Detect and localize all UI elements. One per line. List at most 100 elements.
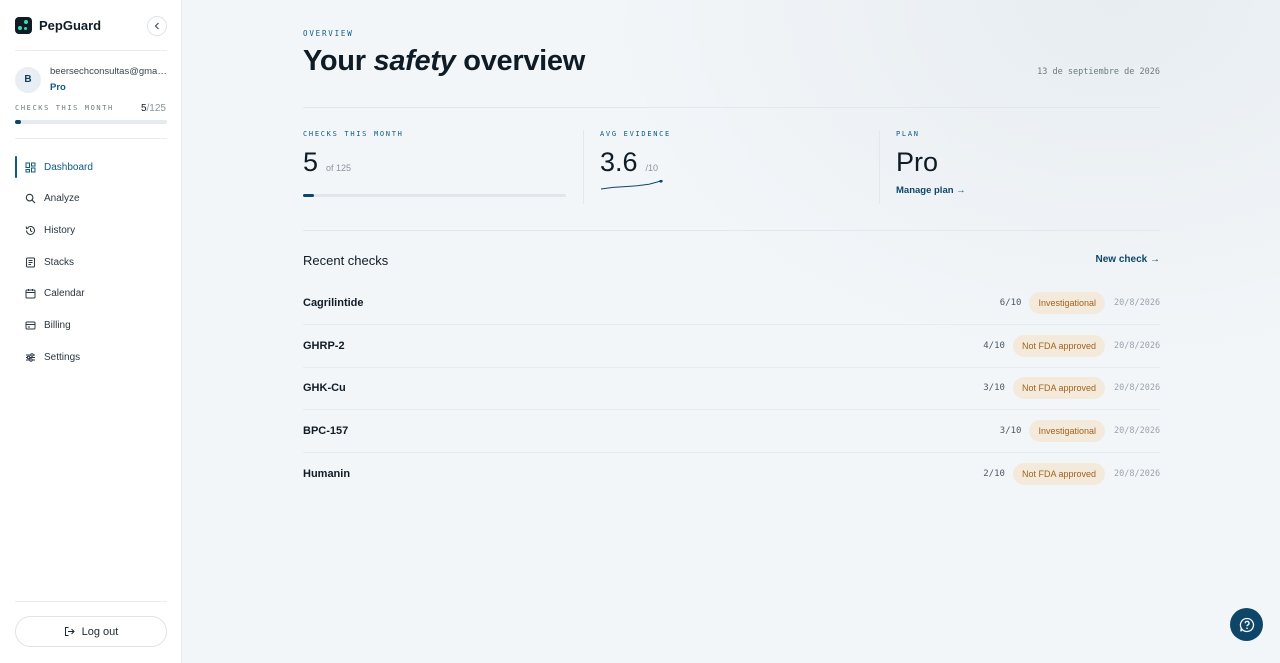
sidebar-item-settings[interactable]: Settings [15,343,167,371]
divider [303,230,1160,231]
check-date: 20/8/2026 [1114,297,1161,308]
status-badge: Not FDA approved [1012,334,1105,357]
stat-value-row: 5 of 125 [303,147,404,178]
peptide-name: GHK-Cu [303,382,346,395]
recent-checks-list: Cagrilintide 6/10 Investigational 20/8/2… [303,282,1160,496]
sidebar-item-label: Analyze [44,193,80,205]
logout-label: Log out [81,625,119,638]
list-item[interactable]: GHK-Cu 3/10 Not FDA approved 20/8/2026 [303,368,1160,411]
sidebar-item-label: Calendar [44,288,85,300]
row-meta: 6/10 Investigational 20/8/2026 [999,291,1161,314]
calendar-icon [25,288,36,299]
checks-progress-bar [303,194,566,197]
status-badge: Not FDA approved [1012,463,1105,486]
chevron-left-icon [154,22,159,30]
check-date: 20/8/2026 [1114,426,1161,437]
search-icon [25,193,36,204]
check-date: 20/8/2026 [1114,469,1161,480]
stat-value: 5 [303,147,319,177]
sidebar-item-billing[interactable]: Billing [15,311,167,339]
sidebar-item-label: History [44,224,76,236]
sidebar-item-dashboard[interactable]: Dashboard [15,153,167,181]
stat-checks-this-month: CHECKS THIS MONTH 5 of 125 [303,130,404,178]
grid-icon [25,162,36,173]
status-badge: Investigational [1029,420,1105,443]
avatar: B [15,66,41,93]
stack-icon [25,257,36,268]
stat-label: CHECKS THIS MONTH [303,130,404,138]
status-badge: Investigational [1029,291,1105,314]
row-meta: 3/10 Not FDA approved 20/8/2026 [983,377,1161,400]
stat-sub: of 125 [326,163,352,173]
peptide-name: Cagrilintide [303,296,364,309]
sidebar-checks-progress-fill [15,120,22,124]
list-item[interactable]: GHRP-2 4/10 Not FDA approved 20/8/2026 [303,325,1160,368]
divider [879,130,880,204]
sidebar-item-calendar[interactable]: Calendar [15,280,167,308]
user-card[interactable]: B beersechconsultas@gmail.com Pro [15,66,168,93]
page-eyebrow: OVERVIEW [303,29,354,38]
stat-value: Pro [896,147,939,177]
user-plan: Pro [50,82,66,93]
check-date: 20/8/2026 [1114,340,1161,351]
help-icon [1239,617,1254,632]
list-item[interactable]: BPC-157 3/10 Investigational 20/8/2026 [303,410,1160,453]
row-meta: 3/10 Investigational 20/8/2026 [999,420,1161,443]
stat-sub: /10 [645,163,659,173]
divider [303,107,1160,108]
sidebar-item-label: Settings [44,351,81,363]
new-check-link[interactable]: New check → [1096,254,1160,265]
evidence-score: 4/10 [983,340,1005,351]
sidebar-item-stacks[interactable]: Stacks [15,248,167,276]
list-item[interactable]: Cagrilintide 6/10 Investigational 20/8/2… [303,282,1160,325]
sparkline-path [600,180,662,190]
main-content: OVERVIEW Your safety overview 13 de sept… [182,0,1280,663]
divider [583,130,584,204]
sparkline-end-dot [659,180,663,183]
sidebar-checks-label: CHECKS THIS MONTH [15,104,114,112]
divider [15,601,167,602]
current-date: 13 de septiembre de 2026 [1037,67,1160,77]
sidebar-item-label: Billing [44,319,71,331]
evidence-score: 6/10 [999,297,1022,308]
evidence-score: 3/10 [999,426,1022,437]
brand[interactable]: PepGuard [15,17,101,34]
sidebar-item-analyze[interactable]: Analyze [15,185,167,213]
history-icon [25,225,36,236]
logout-button[interactable]: Log out [15,616,167,647]
stat-value-row: Pro [896,147,966,178]
sidebar-item-label: Stacks [44,256,75,268]
list-item[interactable]: Humanin 2/10 Not FDA approved 20/8/2026 [303,453,1160,496]
collapse-sidebar-button[interactable] [147,16,167,36]
page-title: Your safety overview [303,45,585,78]
stat-value-row: 3.6 /10 [600,147,671,178]
sidebar-checks-count: 5/125 [141,103,166,114]
peptide-name: Humanin [303,468,351,481]
pepguard-logo-icon [15,17,32,34]
stat-label: AVG EVIDENCE [600,130,671,138]
manage-plan-link[interactable]: Manage plan → [896,185,966,196]
help-button[interactable] [1230,608,1263,641]
stat-plan: PLAN Pro Manage plan → [896,130,966,196]
page-title-post: overview [463,45,586,77]
row-meta: 4/10 Not FDA approved 20/8/2026 [983,334,1161,357]
checks-progress-fill [303,194,314,197]
divider [15,50,167,51]
billing-icon [25,320,36,331]
sidebar-checks-progress [15,120,167,124]
stat-avg-evidence: AVG EVIDENCE 3.6 /10 [600,130,671,192]
stat-label: PLAN [896,130,920,138]
settings-icon [25,352,36,363]
divider [15,138,167,139]
evidence-score: 2/10 [983,469,1005,480]
page-title-pre: Your [303,45,366,77]
recent-checks-title: Recent checks [303,253,389,268]
peptide-name: GHRP-2 [303,339,345,352]
check-date: 20/8/2026 [1114,383,1161,394]
peptide-name: BPC-157 [303,425,349,438]
brand-name: PepGuard [39,18,102,33]
stat-value: 3.6 [600,147,638,177]
status-badge: Not FDA approved [1012,377,1105,400]
sidebar-item-history[interactable]: History [15,216,167,244]
sidebar-nav: Dashboard Analyze History Stacks Calenda… [15,153,167,375]
